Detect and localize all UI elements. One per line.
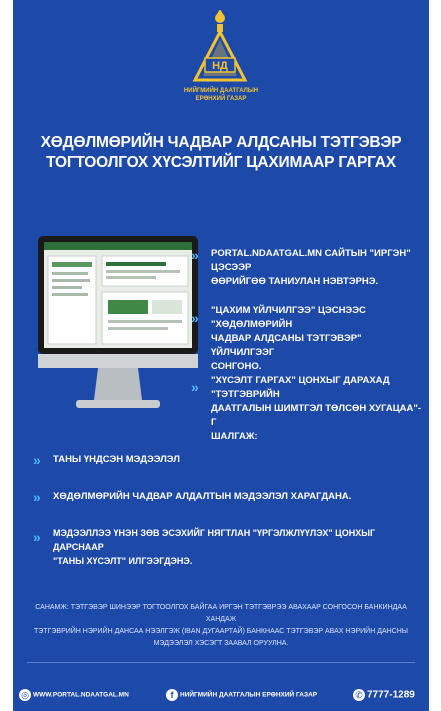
step-3-line3: ШАЛГАЖ: — [211, 431, 258, 442]
divider — [27, 662, 415, 663]
monitor-illustration — [38, 236, 198, 408]
note-line1: САНАМЖ: ТЭТГЭВЭР ШИНЭЭР ТОГТООЛГОХ БАЙГА… — [35, 604, 407, 623]
step-6: МЭДЭЭЛЛЭЭ ҮНЭН ЗӨВ ЭСЭХИЙГ НЯГТЛАН "ҮРГЭ… — [53, 526, 421, 568]
footer-phone[interactable]: ✆ 7777-1289 — [353, 686, 415, 704]
note: САНАМЖ: ТЭТГЭВЭР ШИНЭЭР ТОГТООЛГОХ БАЙГА… — [27, 602, 415, 650]
poster: НД НИЙГМИЙН ДААТГАЛЫН ЕРӨНХИЙ ГАЗАР ХӨДӨ… — [13, 0, 429, 711]
logo-text: НД — [212, 60, 228, 72]
step-2: "ЦАХИМ ҮЙЛЧИЛГЭЭ" ЦЭСНЭЭС "ХӨДӨЛМӨРИЙН Ч… — [211, 304, 423, 374]
step-4-line1: ТАНЫ ҮНДСЭН МЭДЭЭЛЭЛ — [53, 454, 180, 465]
ndeg-logo-icon: НД — [192, 10, 248, 82]
website-link[interactable]: WWW.PORTAL.NDAATGAL.MN — [33, 691, 129, 698]
bullet-chevron-icon: » — [191, 379, 199, 395]
step-5-line1: ХӨДӨЛМӨРИЙН ЧАДВАР АЛДАЛТЫН МЭДЭЭЛЭЛ ХАР… — [53, 491, 352, 502]
page-title: ХӨДӨЛМӨРИЙН ЧАДВАР АЛДСАНЫ ТЭТГЭВЭР ТОГТ… — [33, 133, 409, 173]
step-1-line1: PORTAL.NDAATGAL.MN САЙТЫН "ИРГЭН" ЦЭСЭЭР — [211, 248, 411, 273]
step-5: ХӨДӨЛМӨРИЙН ЧАДВАР АЛДАЛТЫН МЭДЭЭЛЭЛ ХАР… — [53, 490, 413, 504]
globe-icon: ◎ — [19, 688, 31, 701]
step-2-line3: СОНГОНО. — [211, 361, 262, 372]
bullet-chevron-icon: » — [33, 529, 41, 545]
note-line3: МЭДЭЭЛЭЛ ХЭСЭГТ ЗААВАЛ ОРУУЛНА. — [153, 640, 289, 647]
footer-website[interactable]: ◎ WWW.PORTAL.NDAATGAL.MN — [19, 686, 129, 704]
note-line2: ТЭТГЭВРИЙН НЭРИЙН ДАНСАА НЭЭЛГЭЖ (IBAN Д… — [34, 628, 408, 635]
step-3: "ХҮСЭЛТ ГАРГАХ" ЦОНХЫГ ДАРАХАД "ТЭТГЭВРИ… — [211, 374, 423, 444]
organization-name-line1: НИЙГМИЙН ДААТГАЛЫН — [183, 88, 259, 94]
bullet-chevron-icon: » — [191, 310, 199, 326]
title-line2: ТОГТООЛГОХ ХҮСЭЛТИЙГ ЦАХИМААР ГАРГАХ — [46, 154, 396, 171]
step-4: ТАНЫ ҮНДСЭН МЭДЭЭЛЭЛ — [53, 453, 413, 467]
phone-number[interactable]: 7777-1289 — [367, 689, 415, 700]
step-2-line2: ЧАДВАР АЛДСАНЫ ТЭТГЭВЭР" ҮЙЛЧИЛГЭЭГ — [211, 333, 362, 358]
step-6-line2: "ТАНЫ ХҮСЭЛТ" ИЛГЭЭГДЭНЭ. — [53, 556, 193, 566]
step-2-line1: "ЦАХИМ ҮЙЛЧИЛГЭЭ" ЦЭСНЭЭС "ХӨДӨЛМӨРИЙН — [211, 305, 366, 330]
organization-name-line2: ЕРӨНХИЙ ГАЗАР — [195, 96, 247, 102]
step-1: PORTAL.NDAATGAL.MN САЙТЫН "ИРГЭН" ЦЭСЭЭР… — [211, 247, 423, 289]
bullet-chevron-icon: » — [33, 489, 41, 505]
step-1-line2: ӨӨРИЙГӨӨ ТАНИУЛАН НЭВТЭРНЭ. — [211, 276, 379, 287]
step-6-line1: МЭДЭЭЛЛЭЭ ҮНЭН ЗӨВ ЭСЭХИЙГ НЯГТЛАН "ҮРГЭ… — [53, 528, 376, 552]
step-3-line1: "ХҮСЭЛТ ГАРГАХ" ЦОНХЫГ ДАРАХАД "ТЭТГЭВРИ… — [211, 375, 390, 400]
facebook-icon: f — [166, 688, 178, 701]
step-3-line2: ДААТГАЛЫН ШИМТГЭЛ ТӨЛСӨН ХУГАЦАА"-Г — [211, 403, 422, 428]
bullet-chevron-icon: » — [33, 452, 41, 468]
facebook-link[interactable]: НИЙГМИЙН ДААТГАЛЫН ЕРӨНХИЙ ГАЗАР — [180, 691, 317, 698]
phone-icon: ✆ — [353, 688, 365, 701]
title-line1: ХӨДӨЛМӨРИЙН ЧАДВАР АЛДСАНЫ ТЭТГЭВЭР — [40, 134, 402, 151]
organization-name: НИЙГМИЙН ДААТГАЛЫН ЕРӨНХИЙ ГАЗАР — [153, 87, 289, 103]
footer-facebook[interactable]: f НИЙГМИЙН ДААТГАЛЫН ЕРӨНХИЙ ГАЗАР — [166, 686, 317, 704]
bullet-chevron-icon: » — [191, 247, 199, 263]
